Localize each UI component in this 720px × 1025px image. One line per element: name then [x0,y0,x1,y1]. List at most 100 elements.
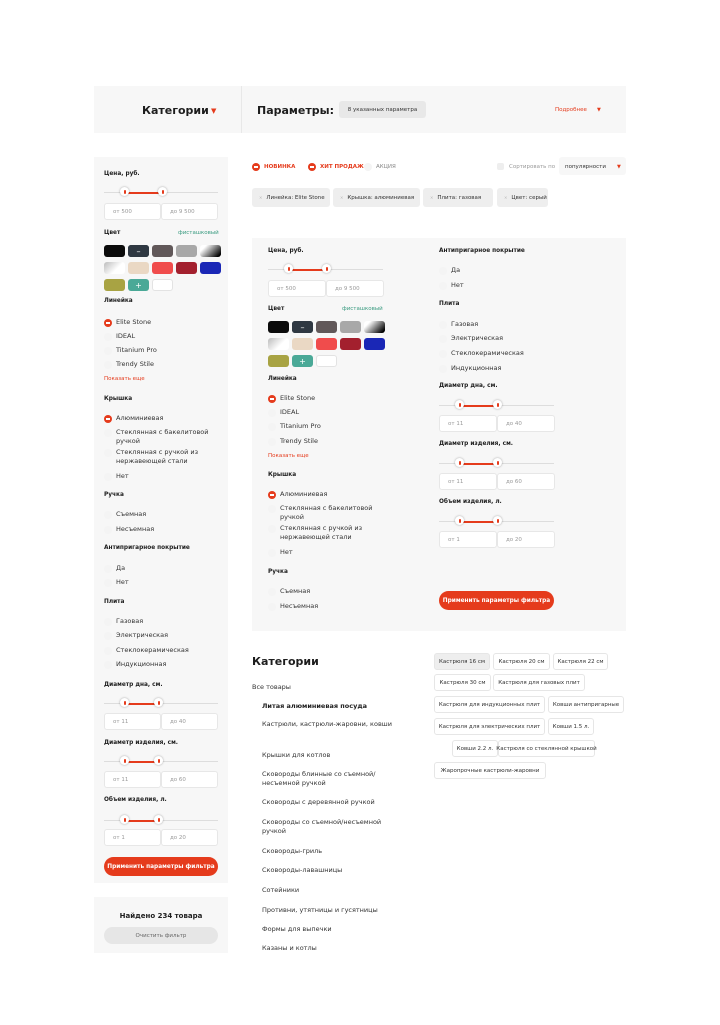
panel-coating-option-label[interactable]: Да [451,266,460,275]
panel-bottom-to-input[interactable]: до 40 [497,415,555,432]
panel-price-max-handle[interactable] [322,264,331,273]
product-tag[interactable]: Ковши 2.2 л. [452,740,498,757]
price-to-input[interactable]: до 9 500 [161,203,218,220]
panel-color-swatch[interactable]: + [292,355,313,367]
panel-color-swatch[interactable] [268,338,289,350]
product-tag[interactable]: Кастрюля 16 см [434,653,490,670]
panel-line-option-label[interactable]: Elite Stone [280,394,315,403]
panel-color-swatch[interactable] [316,355,337,367]
panel-handle-radio[interactable] [268,588,276,596]
volume-to-input[interactable]: до 20 [161,829,218,846]
bottom-from-input[interactable]: от 11 [104,713,161,730]
sidebar-color-swatch[interactable] [104,245,125,257]
panel-line-option-label[interactable]: Titanium Pro [280,422,321,431]
sidebar-line-radio[interactable] [104,347,112,355]
sidebar-lid-option-label[interactable]: Алюминиевая [116,414,226,423]
all-products-link[interactable]: Все товары [252,683,291,692]
category-item[interactable]: Кастрюли, кастрюли-жаровни, ковши [262,720,392,729]
sidebar-lid-radio[interactable] [104,473,112,481]
product-tag[interactable]: Кастрюля со стеклянной крышкой [496,740,597,757]
panel-color-swatch[interactable] [268,355,289,367]
category-item[interactable]: Сотейники [262,886,392,895]
price-max-handle[interactable] [158,187,167,196]
panel-stove-radio[interactable] [439,350,447,358]
category-item[interactable]: Формы для выпечки [262,925,392,934]
volume-from-input[interactable]: от 1 [104,829,161,846]
show-more-link[interactable]: Показать еще [104,376,145,382]
chevron-down-icon[interactable]: ▼ [211,107,216,115]
panel-lid-radio[interactable] [268,549,276,557]
panel-stove-option-label[interactable]: Индукционная [451,364,501,373]
filter-chip[interactable]: ✕ Линейка: Elite Stone [252,188,330,207]
panel-line-radio[interactable] [268,438,276,446]
category-item[interactable]: Сковороды с деревянной ручкой [262,798,392,807]
sidebar-line-radio[interactable] [104,333,112,341]
panel-vol-to-input[interactable]: до 20 [497,531,555,548]
product-tag[interactable]: Жаропрочные кастрюли-жаровни [434,762,546,779]
badge-new-label[interactable]: НОВИНКА [264,164,295,170]
panel-color-swatch[interactable] [292,338,313,350]
sidebar-stove-radio[interactable] [104,618,112,626]
panel-stove-radio[interactable] [439,365,447,373]
sidebar-color-swatch[interactable] [200,245,221,257]
category-item[interactable]: Сковороды-гриль [262,847,392,856]
panel-vol-from-input[interactable]: от 1 [439,531,497,548]
product-tag[interactable]: Кастрюля 20 см [493,653,550,670]
panel-stove-option-label[interactable]: Газовая [451,320,478,329]
panel-handle-radio[interactable] [268,603,276,611]
volume-min-handle[interactable] [120,815,129,824]
bottom-min-handle[interactable] [120,698,129,707]
panel-diam-min-handle[interactable] [455,458,464,467]
chip-remove-icon[interactable]: ✕ [259,195,262,200]
sort-icon[interactable] [497,163,504,170]
sidebar-stove-option-label[interactable]: Газовая [116,617,143,626]
panel-line-radio[interactable] [268,409,276,417]
sidebar-color-swatch[interactable] [176,245,197,257]
panel-coating-radio[interactable] [439,267,447,275]
sidebar-color-swatch[interactable] [200,262,221,274]
category-item[interactable]: Казаны и котлы [262,944,392,953]
panel-line-radio[interactable] [268,423,276,431]
panel-stove-option-label[interactable]: Электрическая [451,334,503,343]
panel-color-swatch[interactable] [316,321,337,333]
panel-price-to-input[interactable]: до 9 500 [326,280,384,297]
panel-lid-option-label[interactable]: Стеклянная с бакелитовой ручкой [280,504,390,521]
panel-color-swatch[interactable] [316,338,337,350]
chip-remove-icon[interactable]: ✕ [340,195,343,200]
product-tag[interactable]: Кастрюля для индукционных плит [434,696,545,713]
sidebar-lid-option-label[interactable]: Стеклянная с ручкой из нержавеющей стали [116,448,226,465]
category-item[interactable]: Сковороды блинные со съемной/несъемной р… [262,770,392,787]
apply-filter-button[interactable]: Применить параметры фильтра [104,857,218,876]
sidebar-stove-option-label[interactable]: Индукционная [116,660,166,669]
product-tag[interactable]: Кастрюля для газовых плит [493,674,585,691]
panel-stove-radio[interactable] [439,335,447,343]
panel-stove-radio[interactable] [439,321,447,329]
panel-lid-option-label[interactable]: Алюминиевая [280,490,390,499]
product-tag[interactable]: Кастрюля 30 см [434,674,491,691]
diameter-to-input[interactable]: до 60 [161,771,218,788]
badge-hit-checkbox[interactable] [308,163,316,171]
sidebar-lid-radio[interactable] [104,429,112,437]
sidebar-line-option-label[interactable]: IDEAL [116,332,135,341]
sidebar-lid-radio[interactable] [104,415,112,423]
volume-max-handle[interactable] [154,815,163,824]
category-item[interactable]: Литая алюминиевая посуда [262,702,392,711]
sidebar-handle-option-label[interactable]: Несъемная [116,525,154,534]
chip-remove-icon[interactable]: ✕ [504,195,507,200]
panel-handle-option-label[interactable]: Несъемная [280,602,318,611]
sidebar-line-radio[interactable] [104,319,112,327]
sidebar-color-swatch[interactable] [152,279,173,291]
panel-bottom-max-handle[interactable] [493,400,502,409]
badge-sale-checkbox[interactable] [364,163,372,171]
panel-apply-button[interactable]: Применить параметры фильтра [439,591,554,610]
sidebar-stove-radio[interactable] [104,647,112,655]
product-tag[interactable]: Кастрюля 22 см [553,653,608,670]
clear-filter-button[interactable]: Очистить фильтр [104,927,218,944]
filter-chip[interactable]: ✕ Цвет: серый [497,188,548,207]
sidebar-coating-radio[interactable] [104,579,112,587]
sidebar-lid-option-label[interactable]: Нет [116,472,226,481]
sidebar-handle-radio[interactable] [104,526,112,534]
sidebar-stove-option-label[interactable]: Стеклокерамическая [116,646,189,655]
categories-dropdown-title[interactable]: Категории [142,104,209,117]
panel-diam-to-input[interactable]: до 60 [497,473,555,490]
